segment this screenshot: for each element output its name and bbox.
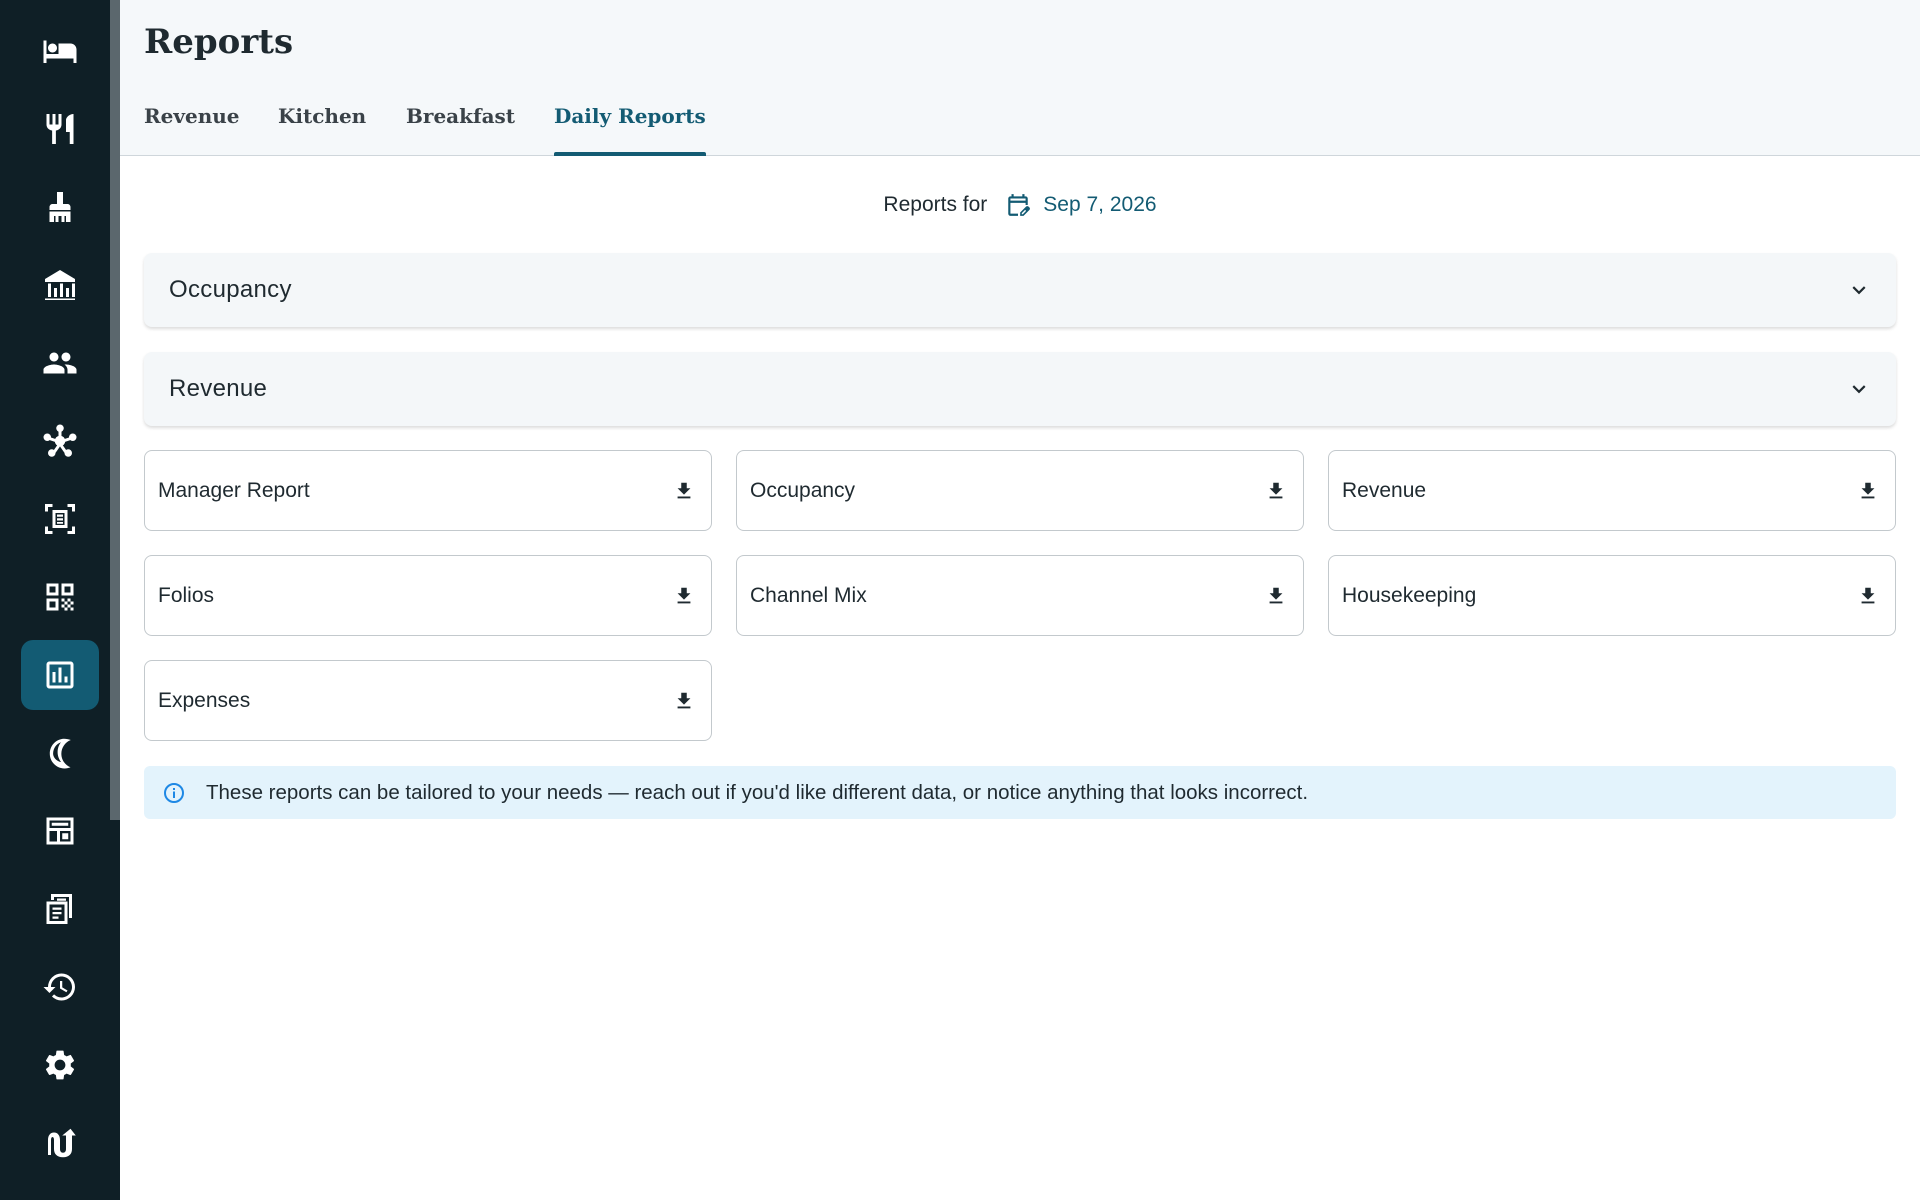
tab-breakfast[interactable]: Breakfast <box>406 104 515 156</box>
sidebar-item-housekeeping[interactable] <box>21 172 99 242</box>
logout-icon <box>48 1128 76 1158</box>
date-label: Reports for <box>883 193 988 216</box>
sidebar-item-rooms[interactable] <box>21 16 99 86</box>
gear-icon <box>45 1050 75 1080</box>
sidebar <box>0 0 120 1200</box>
accordion-revenue[interactable]: Revenue <box>144 352 1896 426</box>
date-row: Reports for Sep 7, 2026 <box>120 190 1920 220</box>
info-icon <box>164 782 184 803</box>
sidebar-item-restaurant[interactable] <box>21 94 99 164</box>
sidebar-item-layout[interactable] <box>21 796 99 866</box>
page-title: Reports <box>144 22 294 62</box>
sidebar-item-settings[interactable] <box>21 1030 99 1100</box>
download-icon[interactable] <box>673 480 695 502</box>
chevron-down-icon <box>1846 376 1872 402</box>
utensils-icon <box>46 114 74 144</box>
download-icon[interactable] <box>1857 585 1879 607</box>
sidebar-item-night-audit[interactable] <box>21 718 99 788</box>
tab-daily-reports[interactable]: Daily Reports <box>554 104 706 156</box>
receipt-scan-icon <box>45 504 75 534</box>
layout-icon <box>46 817 74 845</box>
report-expenses[interactable]: Expenses <box>144 660 712 741</box>
download-icon[interactable] <box>1857 480 1879 502</box>
sidebar-item-guests[interactable] <box>21 328 99 398</box>
chevron-down-icon <box>1846 277 1872 303</box>
sidebar-item-property[interactable] <box>21 250 99 320</box>
sidebar-item-reports[interactable] <box>21 640 99 710</box>
people-icon <box>43 352 77 374</box>
sidebar-item-documents[interactable] <box>21 874 99 944</box>
report-label: Manager Report <box>158 478 310 502</box>
report-label: Channel Mix <box>750 583 867 607</box>
sidebar-item-qr-codes[interactable] <box>21 562 99 632</box>
sidebar-item-channels[interactable] <box>21 406 99 476</box>
sidebar-item-switch[interactable] <box>21 1108 99 1178</box>
qr-code-icon <box>46 583 74 611</box>
date-value: Sep 7, 2026 <box>1043 193 1157 216</box>
accordion-title: Revenue <box>169 375 268 402</box>
building-icon <box>45 270 75 300</box>
sidebar-scrollbar[interactable] <box>110 0 120 820</box>
moon-icon <box>49 738 71 769</box>
date-picker[interactable]: Sep 7, 2026 <box>1005 192 1157 218</box>
calendar-edit-icon <box>1008 194 1031 216</box>
report-label: Occupancy <box>750 478 856 502</box>
hub-icon <box>43 424 77 457</box>
history-icon <box>43 973 75 1001</box>
tab-revenue[interactable]: Revenue <box>144 104 240 156</box>
report-label: Revenue <box>1342 478 1427 502</box>
report-manager-report[interactable]: Manager Report <box>144 450 712 531</box>
sidebar-item-history[interactable] <box>21 952 99 1022</box>
broom-icon <box>49 192 71 222</box>
report-label: Expenses <box>158 688 251 712</box>
bed-icon <box>43 40 77 63</box>
tab-kitchen[interactable]: Kitchen <box>278 104 366 156</box>
report-label: Folios <box>158 583 215 607</box>
report-label: Housekeeping <box>1342 583 1477 607</box>
info-banner: These reports can be tailored to your ne… <box>144 766 1896 819</box>
sidebar-item-invoices[interactable] <box>21 484 99 554</box>
report-chart-icon <box>46 661 74 689</box>
report-channel-mix[interactable]: Channel Mix <box>736 555 1304 636</box>
download-icon[interactable] <box>673 585 695 607</box>
accordion-title: Occupancy <box>169 276 292 303</box>
download-icon[interactable] <box>673 690 695 712</box>
report-occupancy[interactable]: Occupancy <box>736 450 1304 531</box>
download-icon[interactable] <box>1265 585 1287 607</box>
report-folios[interactable]: Folios <box>144 555 712 636</box>
info-text: These reports can be tailored to your ne… <box>206 780 1309 804</box>
report-revenue[interactable]: Revenue <box>1328 450 1896 531</box>
report-housekeeping[interactable]: Housekeeping <box>1328 555 1896 636</box>
page-header: Reports Revenue Kitchen Breakfast Daily … <box>120 0 1920 156</box>
document-list-icon <box>46 894 72 924</box>
accordion-occupancy[interactable]: Occupancy <box>144 253 1896 327</box>
download-icon[interactable] <box>1265 480 1287 502</box>
